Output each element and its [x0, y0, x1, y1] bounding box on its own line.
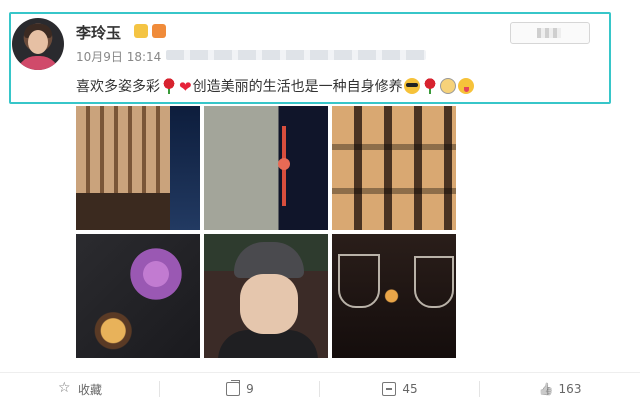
rose-emoji-icon	[161, 78, 177, 94]
vip-badge-icon[interactable]	[134, 24, 148, 38]
photo-facade[interactable]	[332, 106, 456, 230]
star-icon	[58, 381, 72, 396]
weibo-post-card: 李玲玉 10月9日 18:14 喜欢多姿多彩 ❤创造美丽的生活也是一种自身修养 收…	[0, 0, 640, 406]
thumbs-up-icon	[539, 382, 553, 396]
rose-emoji-icon-2	[421, 78, 438, 94]
follow-button[interactable]	[510, 22, 590, 44]
like-count: 163	[558, 382, 582, 396]
username[interactable]: 李玲玉	[76, 22, 121, 43]
comment-icon	[382, 382, 397, 396]
post-text-part1: 喜欢多姿多彩	[76, 79, 160, 95]
post-timestamp[interactable]: 10月9日 18:14	[76, 48, 161, 65]
heart-emoji-icon: ❤	[179, 78, 192, 96]
action-bar: 收藏 9 45 163	[0, 372, 640, 406]
favorite-label: 收藏	[77, 382, 102, 397]
post-text-part2: 创造美丽的生活也是一种自身修养	[192, 79, 403, 95]
share-button[interactable]: 9	[160, 372, 320, 406]
share-count: 9	[246, 382, 254, 396]
avatar-shoulder	[16, 56, 60, 70]
photo-candle-flowers[interactable]	[76, 234, 200, 358]
photo-tower-night[interactable]	[204, 106, 328, 230]
comment-button[interactable]: 45	[320, 372, 480, 406]
photo-selfie-cap[interactable]	[204, 234, 328, 358]
post-text: 喜欢多姿多彩 ❤创造美丽的生活也是一种自身修养	[76, 76, 475, 96]
hug-emoji-icon	[439, 78, 456, 94]
photo-wine-glasses[interactable]	[332, 234, 456, 358]
like-button[interactable]: 163	[480, 372, 640, 406]
cool-emoji-icon	[403, 78, 420, 94]
level-badge-icon[interactable]	[152, 24, 166, 38]
source-blurred	[166, 50, 426, 60]
tongue-emoji-icon	[457, 78, 474, 94]
avatar-face	[28, 30, 48, 54]
share-icon	[226, 380, 241, 396]
comment-count: 45	[402, 382, 418, 396]
follow-button-blurred-label	[537, 28, 561, 38]
photo-building-night[interactable]	[76, 106, 200, 230]
avatar[interactable]	[12, 18, 64, 70]
body-shape	[218, 330, 318, 358]
glasses-shape	[242, 288, 296, 302]
favorite-button[interactable]: 收藏	[0, 372, 160, 406]
